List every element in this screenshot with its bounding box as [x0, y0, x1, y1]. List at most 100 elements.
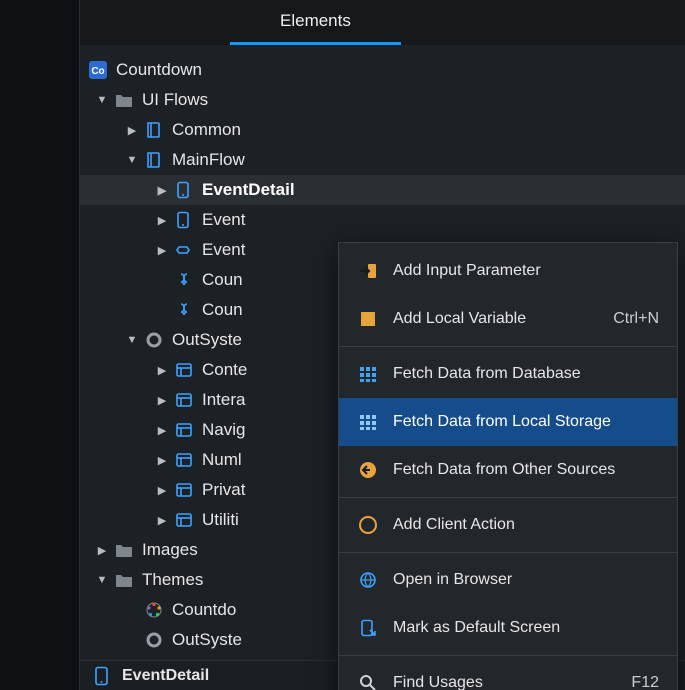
- tree-themes-label: Themes: [142, 570, 203, 590]
- layout-icon: [174, 480, 194, 500]
- menu-separator: [339, 655, 677, 656]
- menu-add-local-variable[interactable]: Add Local Variable Ctrl+N: [339, 295, 677, 343]
- search-icon: [357, 672, 379, 690]
- chevron-right-icon[interactable]: ▶: [124, 122, 140, 138]
- layout-icon: [174, 450, 194, 470]
- tree-mainflow[interactable]: ▼ MainFlow: [80, 145, 685, 175]
- tree-root-countdown[interactable]: Co Countdown: [80, 55, 685, 85]
- tree-eventdetail[interactable]: ▶ EventDetail: [80, 175, 685, 205]
- menu-open-browser-label: Open in Browser: [393, 571, 659, 589]
- tree-eventdetail-label: EventDetail: [202, 180, 295, 200]
- folder-icon: [114, 90, 134, 110]
- tree-images-label: Images: [142, 540, 198, 560]
- tree-view: Co Countdown ▼ UI Flows ▶ Common: [80, 45, 685, 660]
- screen-icon: [174, 180, 194, 200]
- tree-theme-countdown-label: Countdo: [172, 600, 236, 620]
- context-menu: Add Input Parameter Add Local Variable C…: [338, 242, 678, 690]
- menu-add-local-variable-shortcut: Ctrl+N: [613, 310, 659, 328]
- chevron-right-icon[interactable]: ▶: [154, 242, 170, 258]
- menu-fetch-local-storage[interactable]: Fetch Data from Local Storage: [339, 398, 677, 446]
- menu-find-usages[interactable]: Find Usages F12: [339, 659, 677, 690]
- menu-find-usages-shortcut: F12: [631, 674, 659, 690]
- menu-fetch-database-label: Fetch Data from Database: [393, 365, 659, 383]
- ring-icon: [144, 630, 164, 650]
- menu-mark-default[interactable]: Mark as Default Screen: [339, 604, 677, 652]
- chevron-right-icon[interactable]: ▶: [154, 482, 170, 498]
- tree-private-label: Privat: [202, 480, 245, 500]
- chevron-right-icon[interactable]: ▶: [94, 542, 110, 558]
- menu-fetch-other-sources-label: Fetch Data from Other Sources: [393, 461, 659, 479]
- default-screen-icon: [357, 617, 379, 639]
- menu-fetch-database[interactable]: Fetch Data from Database: [339, 350, 677, 398]
- layout-icon: [174, 390, 194, 410]
- widget-icon: [174, 300, 194, 320]
- uiflow-icon: [144, 150, 164, 170]
- menu-fetch-other-sources[interactable]: Fetch Data from Other Sources: [339, 446, 677, 494]
- menu-open-browser[interactable]: Open in Browser: [339, 556, 677, 604]
- variable-icon: [357, 308, 379, 330]
- layout-icon: [174, 360, 194, 380]
- tree-common-label: Common: [172, 120, 241, 140]
- module-icon: Co: [88, 60, 108, 80]
- chevron-down-icon[interactable]: ▼: [94, 92, 110, 108]
- chevron-right-icon[interactable]: ▶: [154, 452, 170, 468]
- tree-root-label: Countdown: [116, 60, 202, 80]
- menu-add-client-action-label: Add Client Action: [393, 516, 659, 534]
- menu-separator: [339, 552, 677, 553]
- menu-add-input-parameter-label: Add Input Parameter: [393, 262, 659, 280]
- fetch-arrow-icon: [357, 459, 379, 481]
- tree-uiflows-label: UI Flows: [142, 90, 208, 110]
- tree-event-3-label: Event: [202, 240, 245, 260]
- uiflow-icon: [144, 120, 164, 140]
- chevron-down-icon[interactable]: ▼: [94, 572, 110, 588]
- layout-icon: [174, 510, 194, 530]
- block-icon: [174, 240, 194, 260]
- chevron-right-icon[interactable]: ▶: [154, 212, 170, 228]
- menu-fetch-local-storage-label: Fetch Data from Local Storage: [393, 413, 659, 431]
- menu-mark-default-label: Mark as Default Screen: [393, 619, 659, 637]
- input-arrow-icon: [357, 260, 379, 282]
- tree-uiflows[interactable]: ▼ UI Flows: [80, 85, 685, 115]
- menu-add-client-action[interactable]: Add Client Action: [339, 501, 677, 549]
- folder-icon: [114, 540, 134, 560]
- chevron-right-icon[interactable]: ▶: [154, 362, 170, 378]
- menu-separator: [339, 346, 677, 347]
- tree-event-2[interactable]: ▶ Event: [80, 205, 685, 235]
- tab-elements-label: Elements: [280, 11, 351, 31]
- chevron-right-icon[interactable]: ▶: [154, 422, 170, 438]
- chevron-down-icon[interactable]: ▼: [124, 152, 140, 168]
- menu-add-input-parameter[interactable]: Add Input Parameter: [339, 247, 677, 295]
- menu-add-local-variable-label: Add Local Variable: [393, 310, 613, 328]
- left-gutter: [0, 0, 80, 690]
- tree-common[interactable]: ▶ Common: [80, 115, 685, 145]
- theme-icon: [144, 600, 164, 620]
- tree-navigation-label: Navig: [202, 420, 245, 440]
- folder-icon: [114, 570, 134, 590]
- chevron-right-icon[interactable]: ▶: [154, 392, 170, 408]
- tree-interactions-label: Intera: [202, 390, 245, 410]
- screen-icon: [174, 210, 194, 230]
- tab-elements[interactable]: Elements: [230, 0, 401, 45]
- action-icon: [357, 514, 379, 536]
- widget-icon: [174, 270, 194, 290]
- tree-contents-label: Conte: [202, 360, 247, 380]
- tree-numbers-label: Numl: [202, 450, 242, 470]
- chevron-down-icon[interactable]: ▼: [124, 332, 140, 348]
- chevron-right-icon[interactable]: ▶: [154, 182, 170, 198]
- svg-text:Co: Co: [91, 66, 104, 77]
- tree-mainflow-label: MainFlow: [172, 150, 245, 170]
- grid-icon: [357, 363, 379, 385]
- grid-icon: [357, 411, 379, 433]
- ring-icon: [144, 330, 164, 350]
- menu-find-usages-label: Find Usages: [393, 674, 631, 690]
- tree-outsystems-label: OutSyste: [172, 330, 242, 350]
- tree-event-2-label: Event: [202, 210, 245, 230]
- detail-pane-title: EventDetail: [122, 667, 209, 685]
- globe-icon: [357, 569, 379, 591]
- menu-separator: [339, 497, 677, 498]
- screen-icon: [92, 666, 112, 686]
- chevron-right-icon[interactable]: ▶: [154, 512, 170, 528]
- tree-theme-outsystems-label: OutSyste: [172, 630, 242, 650]
- elements-panel: Elements Co Countdown ▼ UI Flows: [80, 0, 685, 690]
- tabbar: Elements: [80, 0, 685, 45]
